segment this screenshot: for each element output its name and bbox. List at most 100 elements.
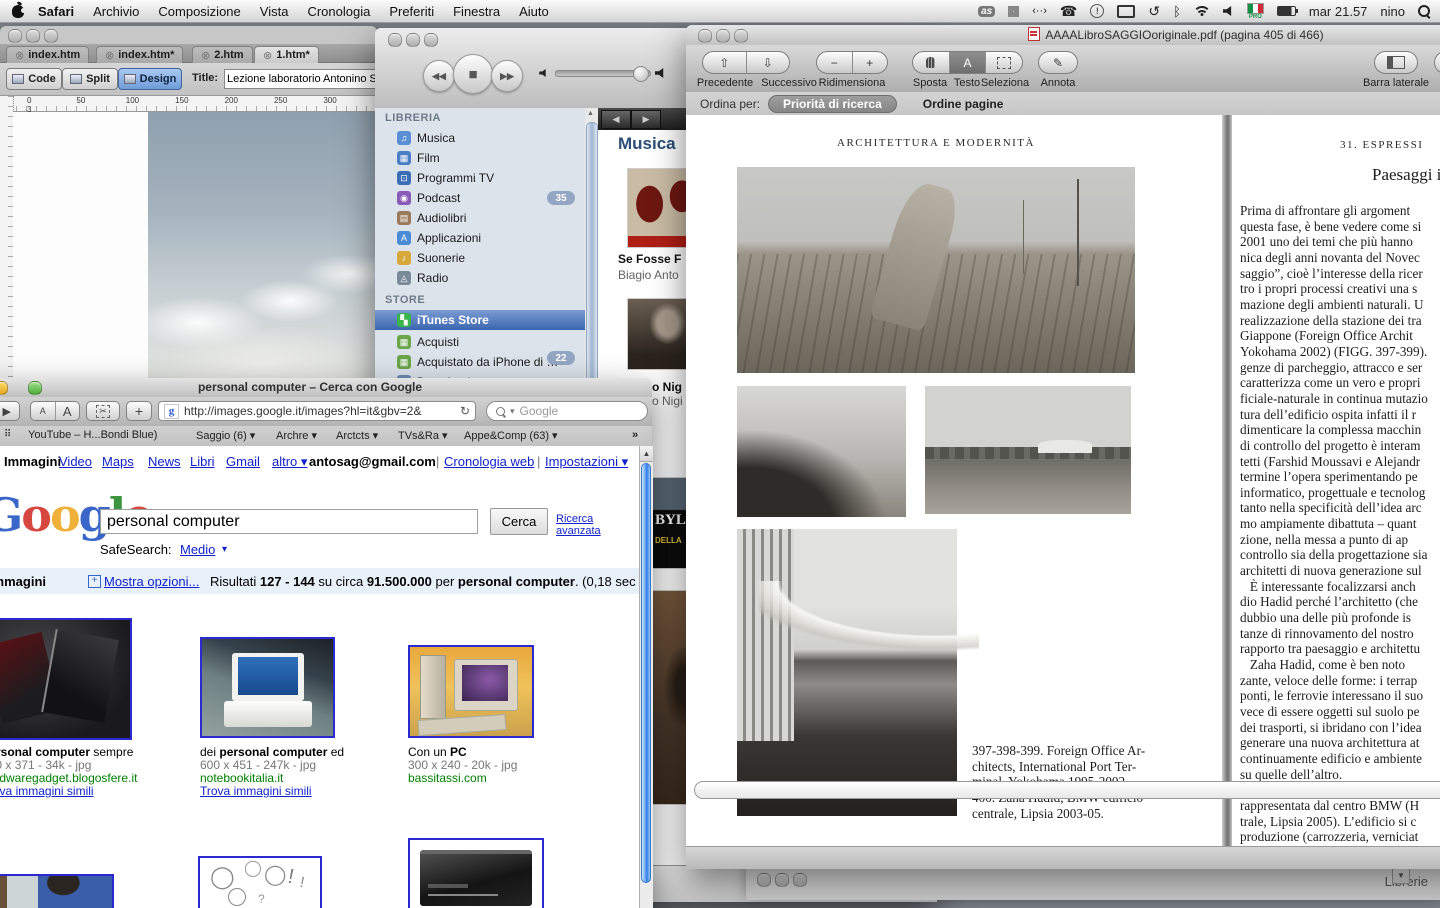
bookmarks-grid-icon[interactable]: ⠿: [4, 429, 11, 440]
menu-item[interactable]: Composizione: [158, 4, 240, 19]
clip-artist[interactable]: o Nigi: [652, 394, 683, 408]
sidebar-item-programmi-tv[interactable]: ⊡ Programmi TV: [375, 168, 585, 188]
menu-user[interactable]: nino: [1380, 4, 1405, 19]
sidebar-item-radio[interactable]: ◬ Radio: [375, 268, 585, 288]
minimize-button[interactable]: [26, 29, 40, 43]
bookmarks-overflow-icon[interactable]: »: [632, 429, 638, 441]
menu-clock[interactable]: mar 21.57: [1309, 4, 1368, 19]
scrollbar-thumb[interactable]: [586, 122, 598, 414]
nav-link-libri[interactable]: Libri: [190, 454, 215, 469]
forward-button[interactable]: ▶: [0, 402, 19, 420]
expand-options-icon[interactable]: +: [88, 575, 101, 588]
bookmark-item[interactable]: Saggio (6) ▾: [196, 429, 255, 442]
bookmark-item[interactable]: Arctcts ▾: [336, 429, 378, 442]
album-title[interactable]: Se Fosse F: [618, 252, 681, 266]
close-tab-icon[interactable]: ⊗: [15, 49, 24, 62]
menu-item[interactable]: Safari: [38, 4, 74, 19]
nav-link-altro[interactable]: altro ▾: [272, 454, 307, 470]
sort-priority-button[interactable]: Priorità di ricerca: [768, 95, 897, 113]
album-artist[interactable]: Biagio Anto: [618, 268, 679, 282]
bluetooth-icon[interactable]: ᛒ: [1173, 4, 1181, 19]
scroll-up-icon[interactable]: ▲: [640, 446, 653, 462]
previous-page-icon[interactable]: ⇧: [703, 52, 746, 73]
account-email[interactable]: antosag@gmail.com: [309, 454, 436, 469]
apple-menu-icon[interactable]: [12, 5, 24, 18]
phone-icon[interactable]: ☎: [1060, 3, 1077, 20]
select-tool-icon[interactable]: [985, 52, 1022, 73]
pdf-document[interactable]: ARCHITETTURA E MODERNITÀ 397-398-399. Fo…: [686, 115, 1440, 846]
tab-2-htm[interactable]: ⊗ 2.htm: [192, 46, 253, 63]
store-forward-button[interactable]: ▶: [631, 110, 661, 129]
sidebar-item-musica[interactable]: ♫ Musica: [375, 128, 585, 148]
menu-item[interactable]: Preferiti: [389, 4, 434, 19]
time-machine-icon[interactable]: ↺: [1148, 3, 1160, 20]
result-thumbnail-5[interactable]: ◯ ◯ ◯ ! ! ?: [198, 856, 322, 908]
sidebar-item-applicazioni[interactable]: A Applicazioni 22: [375, 228, 585, 248]
split-view-button[interactable]: Split: [62, 68, 118, 90]
menu-item[interactable]: Vista: [260, 4, 289, 19]
sync-alert-icon[interactable]: !: [1090, 4, 1104, 18]
result-thumbnail-2[interactable]: [200, 637, 335, 738]
script-icon[interactable]: ‹··›: [1032, 5, 1047, 17]
menu-item[interactable]: Archivio: [93, 4, 139, 19]
close-button[interactable]: [388, 33, 402, 47]
safesearch-caret-icon[interactable]: ▾: [222, 544, 227, 555]
displays-icon[interactable]: [1117, 5, 1135, 18]
horizontal-scrollbar[interactable]: [694, 781, 1440, 799]
sidebar-item-podcast[interactable]: ◉ Podcast 35: [375, 188, 585, 208]
sort-page-order-button[interactable]: Ordine pagine: [923, 97, 1004, 111]
minimize-button[interactable]: [716, 29, 730, 43]
nav-link-news[interactable]: News: [148, 454, 181, 469]
add-bookmark-button[interactable]: +: [126, 401, 152, 421]
scrollbar-thumb[interactable]: [641, 463, 651, 883]
zoom-out-icon[interactable]: −: [817, 52, 852, 73]
design-canvas[interactable]: [13, 112, 377, 382]
zoom-button[interactable]: [44, 29, 58, 43]
close-button[interactable]: [757, 873, 771, 887]
store-back-button[interactable]: ◀: [601, 110, 631, 129]
close-button[interactable]: [8, 29, 22, 43]
sidebar-item-suonerie[interactable]: ♪ Suonerie: [375, 248, 585, 268]
move-tool-icon[interactable]: [913, 52, 949, 73]
sidebar-item-audiolibri[interactable]: ▤ Audiolibri: [375, 208, 585, 228]
similar-images-link[interactable]: Trova immagini simili: [0, 785, 137, 798]
zoom-button[interactable]: [28, 381, 42, 395]
annotate-button[interactable]: ✎: [1038, 51, 1078, 74]
nav-link-gmail[interactable]: Gmail: [226, 454, 260, 469]
menu-item[interactable]: Cronologia: [307, 4, 370, 19]
scroll-up-icon[interactable]: ▲: [587, 110, 594, 117]
tab-index-htm[interactable]: ⊗ index.htm: [6, 46, 89, 63]
sidebar-item-acquistato-iphone[interactable]: ▦ Acquistato da iPhone di …: [375, 352, 585, 372]
close-tab-icon[interactable]: ⊗: [105, 49, 114, 62]
forward-button[interactable]: ▶▶: [491, 60, 523, 92]
search-field[interactable]: ▾ Google: [486, 401, 648, 421]
extra-button[interactable]: [1434, 51, 1440, 74]
settings-link[interactable]: Impostazioni ▾: [545, 454, 628, 470]
bookmark-item[interactable]: Archre ▾: [276, 429, 317, 442]
safesearch-value[interactable]: Medio: [180, 542, 215, 557]
result-thumbnail-3[interactable]: [408, 645, 534, 738]
web-history-link[interactable]: Cronologia web: [444, 454, 534, 469]
similar-images-link[interactable]: Trova immagini simili: [200, 785, 344, 798]
close-button[interactable]: [698, 29, 712, 43]
design-view-button[interactable]: Design: [118, 68, 182, 90]
volume-knob[interactable]: [633, 66, 649, 82]
minimize-button[interactable]: [406, 33, 420, 47]
bookmark-item[interactable]: YouTube – H...Bondi Blue): [28, 429, 157, 441]
bookmark-item[interactable]: TVs&Ra ▾: [398, 429, 448, 442]
result-thumbnail-6[interactable]: [408, 838, 544, 908]
close-tab-icon[interactable]: ⊗: [263, 49, 272, 62]
zoom-button[interactable]: [734, 29, 748, 43]
result-thumbnail-4[interactable]: [0, 874, 114, 908]
advanced-search-link[interactable]: Ricerca avanzata: [556, 513, 639, 537]
clip-title[interactable]: o Nig: [652, 380, 682, 394]
search-button[interactable]: Cerca: [490, 508, 548, 535]
zoom-button[interactable]: [793, 873, 807, 887]
stop-button[interactable]: ■: [453, 54, 493, 94]
zoom-button[interactable]: [424, 33, 438, 47]
rewind-button[interactable]: ◀◀: [423, 60, 455, 92]
spaces-grid-icon[interactable]: [1008, 6, 1019, 17]
search-query-input[interactable]: [100, 509, 478, 534]
zoom-in-icon[interactable]: +: [852, 52, 888, 73]
nav-link-maps[interactable]: Maps: [102, 454, 134, 469]
